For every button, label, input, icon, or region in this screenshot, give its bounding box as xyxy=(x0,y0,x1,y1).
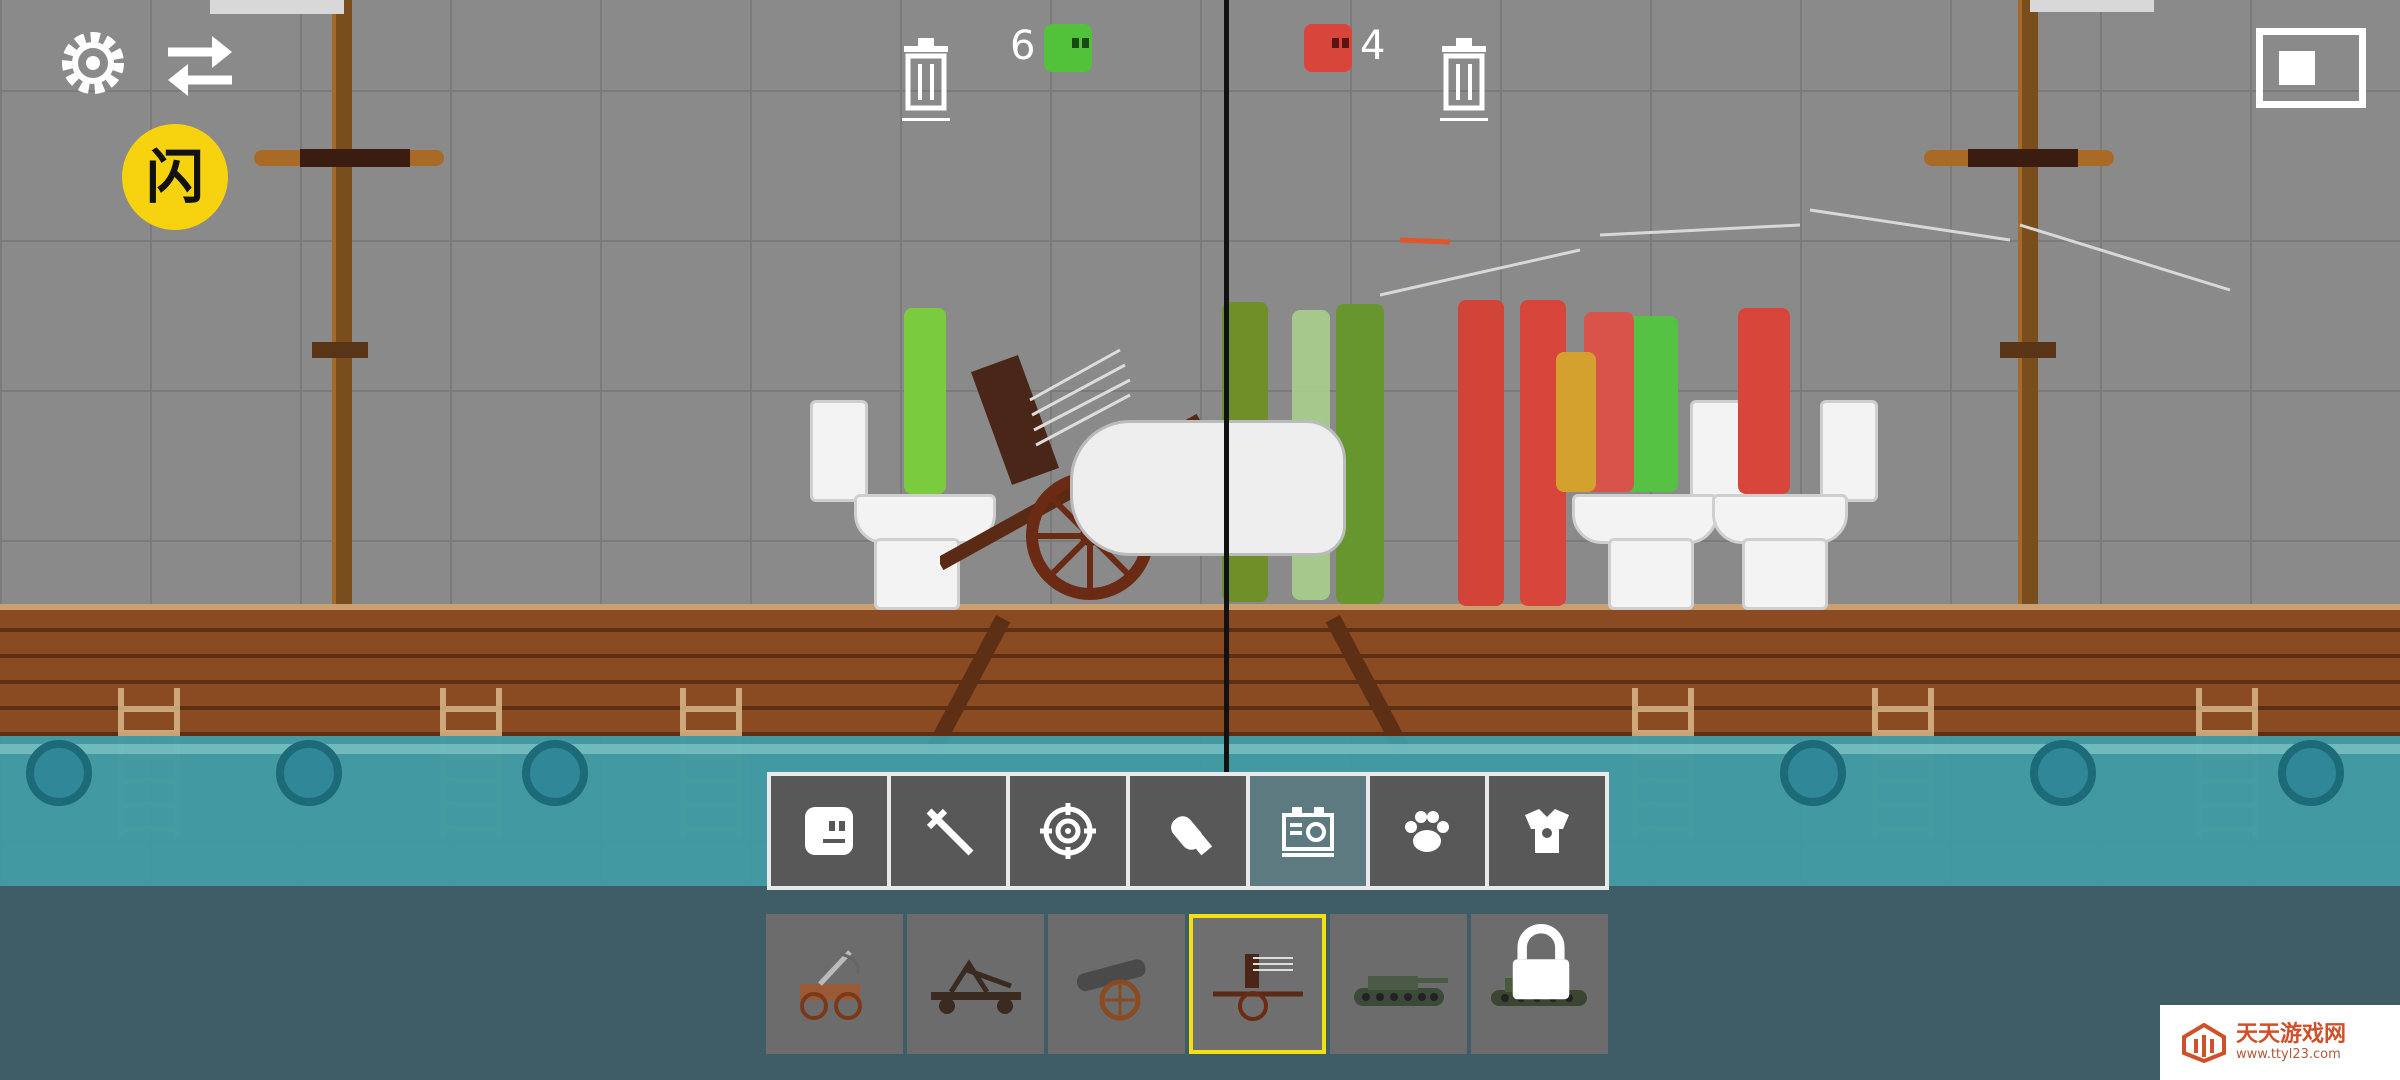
toilet-bowl xyxy=(1712,494,1848,544)
trash-icon[interactable] xyxy=(1436,38,1492,128)
ballista-cart-icon xyxy=(799,950,862,1020)
category-armor[interactable] xyxy=(1489,776,1606,886)
porthole xyxy=(2278,740,2344,806)
mast-platform-left xyxy=(312,342,368,358)
category-explosives[interactable] xyxy=(1130,776,1246,886)
watermark-name: 天天游戏网 xyxy=(2236,1021,2347,1047)
swap-arrows-icon[interactable] xyxy=(160,26,240,106)
green-team-face-icon xyxy=(1044,24,1092,72)
item-cannon[interactable] xyxy=(1048,914,1185,1054)
toilet-tank xyxy=(1820,400,1878,502)
porthole xyxy=(276,740,342,806)
trash-icon[interactable] xyxy=(898,38,954,128)
toilet-tank xyxy=(810,400,868,502)
item-tank[interactable] xyxy=(1330,914,1467,1054)
category-toolbar xyxy=(767,772,1609,890)
lock-icon xyxy=(1512,924,1570,1000)
crosshair-icon xyxy=(1040,803,1097,859)
catapult-icon xyxy=(930,959,1021,1014)
item-arrow-launcher-cart[interactable] xyxy=(1189,914,1326,1054)
arrow-launcher-icon xyxy=(1212,954,1303,1021)
red-ragdoll[interactable] xyxy=(1458,300,1504,606)
flash-label: 闪 xyxy=(145,143,204,211)
swords-icon xyxy=(926,808,974,856)
game-scene[interactable]: 闪 6 4 天天游戏网 www.ttyl23.com xyxy=(0,0,2400,1080)
green-team-count: 6 xyxy=(1010,23,1036,69)
red-ragdoll[interactable] xyxy=(1738,308,1790,494)
category-melee[interactable] xyxy=(890,776,1007,886)
category-animals[interactable] xyxy=(1369,776,1486,886)
category-firearms[interactable] xyxy=(1010,776,1127,886)
item-catapult[interactable] xyxy=(907,914,1044,1054)
ship-deck xyxy=(0,606,2400,736)
porthole xyxy=(26,740,92,806)
porthole xyxy=(522,740,588,806)
toilet-base xyxy=(1608,538,1694,610)
watermark: 天天游戏网 www.ttyl23.com xyxy=(2160,1005,2400,1080)
armor-icon xyxy=(1525,809,1570,853)
mast-platform-right xyxy=(2000,342,2056,358)
deck-edge xyxy=(0,604,2400,610)
watermark-url: www.ttyl23.com xyxy=(2236,1046,2341,1062)
mast-left xyxy=(332,0,352,606)
mast-yard-band-right xyxy=(1968,149,2078,167)
red-team-face-icon xyxy=(1304,24,1352,72)
category-characters[interactable] xyxy=(771,776,887,886)
yellow-ragdoll[interactable] xyxy=(1556,352,1596,492)
bomb-icon xyxy=(1171,816,1213,856)
ragdoll-face-icon xyxy=(804,807,853,855)
team-divider xyxy=(1224,0,1229,880)
flash-button[interactable]: 闪 xyxy=(122,124,228,230)
flag-left xyxy=(210,0,344,14)
cannon-icon xyxy=(1076,959,1146,1021)
porthole xyxy=(2030,740,2096,806)
split-view-icon[interactable] xyxy=(2256,28,2366,108)
mast-yard-band-left xyxy=(300,149,410,167)
category-machines[interactable] xyxy=(1249,776,1366,886)
item-ballista-cart[interactable] xyxy=(766,914,903,1054)
snow-leopard[interactable] xyxy=(1070,420,1346,556)
arrows-in-flight xyxy=(1380,208,2231,297)
gear-icon[interactable] xyxy=(56,26,130,100)
porthole xyxy=(1780,740,1846,806)
toilet-right-2[interactable] xyxy=(1712,400,1878,610)
paw-icon xyxy=(1405,811,1450,852)
machine-gear-icon xyxy=(1281,807,1334,857)
toilet-bowl xyxy=(1572,494,1718,544)
tank-icon xyxy=(1353,976,1448,1006)
watermark-logo xyxy=(2182,1022,2226,1063)
red-team-count: 4 xyxy=(1360,23,1386,69)
item-missile-vehicle[interactable] xyxy=(1471,914,1608,1054)
item-tray xyxy=(766,914,1614,1054)
toilet-base xyxy=(1742,538,1828,610)
flag-right xyxy=(2030,0,2154,12)
